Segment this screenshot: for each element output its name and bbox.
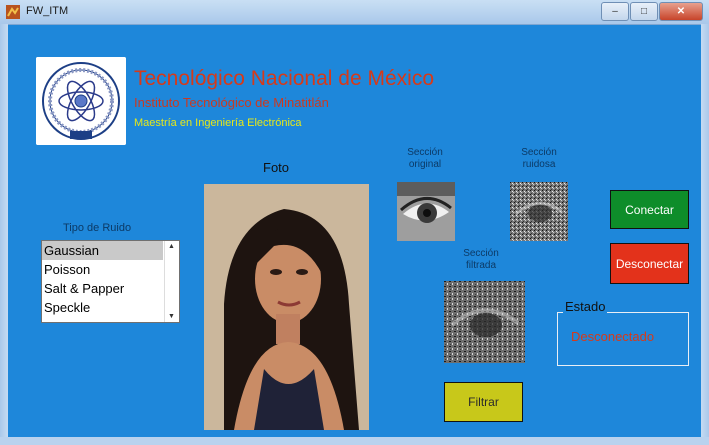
- minimize-button[interactable]: –: [601, 2, 629, 21]
- app-window: FW_ITM – □ ✕ Tecnológico Nacional de Méx…: [0, 0, 709, 445]
- noise-option-speckle[interactable]: Speckle: [42, 298, 163, 317]
- noisy-section-label: Sección ruidosa: [510, 147, 568, 171]
- header-institute: Instituto Tecnológico de Minatitlán: [134, 95, 329, 110]
- noisy-section-text: Sección ruidosa: [521, 147, 557, 170]
- photo-label: Foto: [263, 160, 290, 175]
- close-button[interactable]: ✕: [659, 2, 703, 21]
- window-controls: – □ ✕: [600, 2, 703, 21]
- title-bar[interactable]: FW_ITM – □ ✕: [0, 0, 709, 25]
- original-section-label: Sección original: [396, 147, 454, 171]
- window-title: FW_ITM: [26, 5, 69, 17]
- window-frame-bottom: [0, 437, 709, 445]
- scroll-down-icon[interactable]: ▼: [168, 313, 175, 320]
- status-value: Desconectado: [571, 329, 655, 344]
- noisy-section-image: [510, 182, 568, 241]
- listbox-scrollbar[interactable]: ▲ ▼: [164, 241, 179, 322]
- header-title: Tecnológico Nacional de México: [134, 67, 434, 90]
- photo-image: [204, 184, 369, 430]
- noise-option-gaussian[interactable]: Gaussian: [42, 241, 163, 260]
- original-section-image: [397, 182, 455, 241]
- noise-option-salt-pepper[interactable]: Salt & Papper: [42, 279, 163, 298]
- window-frame-left: [0, 24, 8, 445]
- filtered-section-label: Sección filtrada: [452, 248, 510, 272]
- status-title: Estado: [563, 299, 608, 314]
- disconnect-button[interactable]: Desconectar: [610, 243, 689, 284]
- window-frame-right: [701, 24, 709, 445]
- filter-button[interactable]: Filtrar: [444, 382, 523, 422]
- noise-type-label: Tipo de Ruido: [63, 222, 132, 234]
- filtered-section-text: Sección filtrada: [463, 248, 499, 271]
- filtered-section-image: [444, 281, 525, 363]
- noise-option-poisson[interactable]: Poisson: [42, 260, 163, 279]
- header-program: Maestría en Ingeniería Electrónica: [134, 117, 302, 129]
- scroll-up-icon[interactable]: ▲: [168, 243, 175, 250]
- figure-canvas: Tecnológico Nacional de México Instituto…: [8, 25, 701, 437]
- maximize-button[interactable]: □: [630, 2, 658, 21]
- matlab-icon: [6, 5, 20, 19]
- noise-type-listbox[interactable]: Gaussian Poisson Salt & Papper Speckle ▲…: [41, 240, 180, 323]
- connect-button[interactable]: Conectar: [610, 190, 689, 229]
- original-section-text: Sección original: [407, 147, 443, 170]
- institution-logo: [36, 57, 126, 145]
